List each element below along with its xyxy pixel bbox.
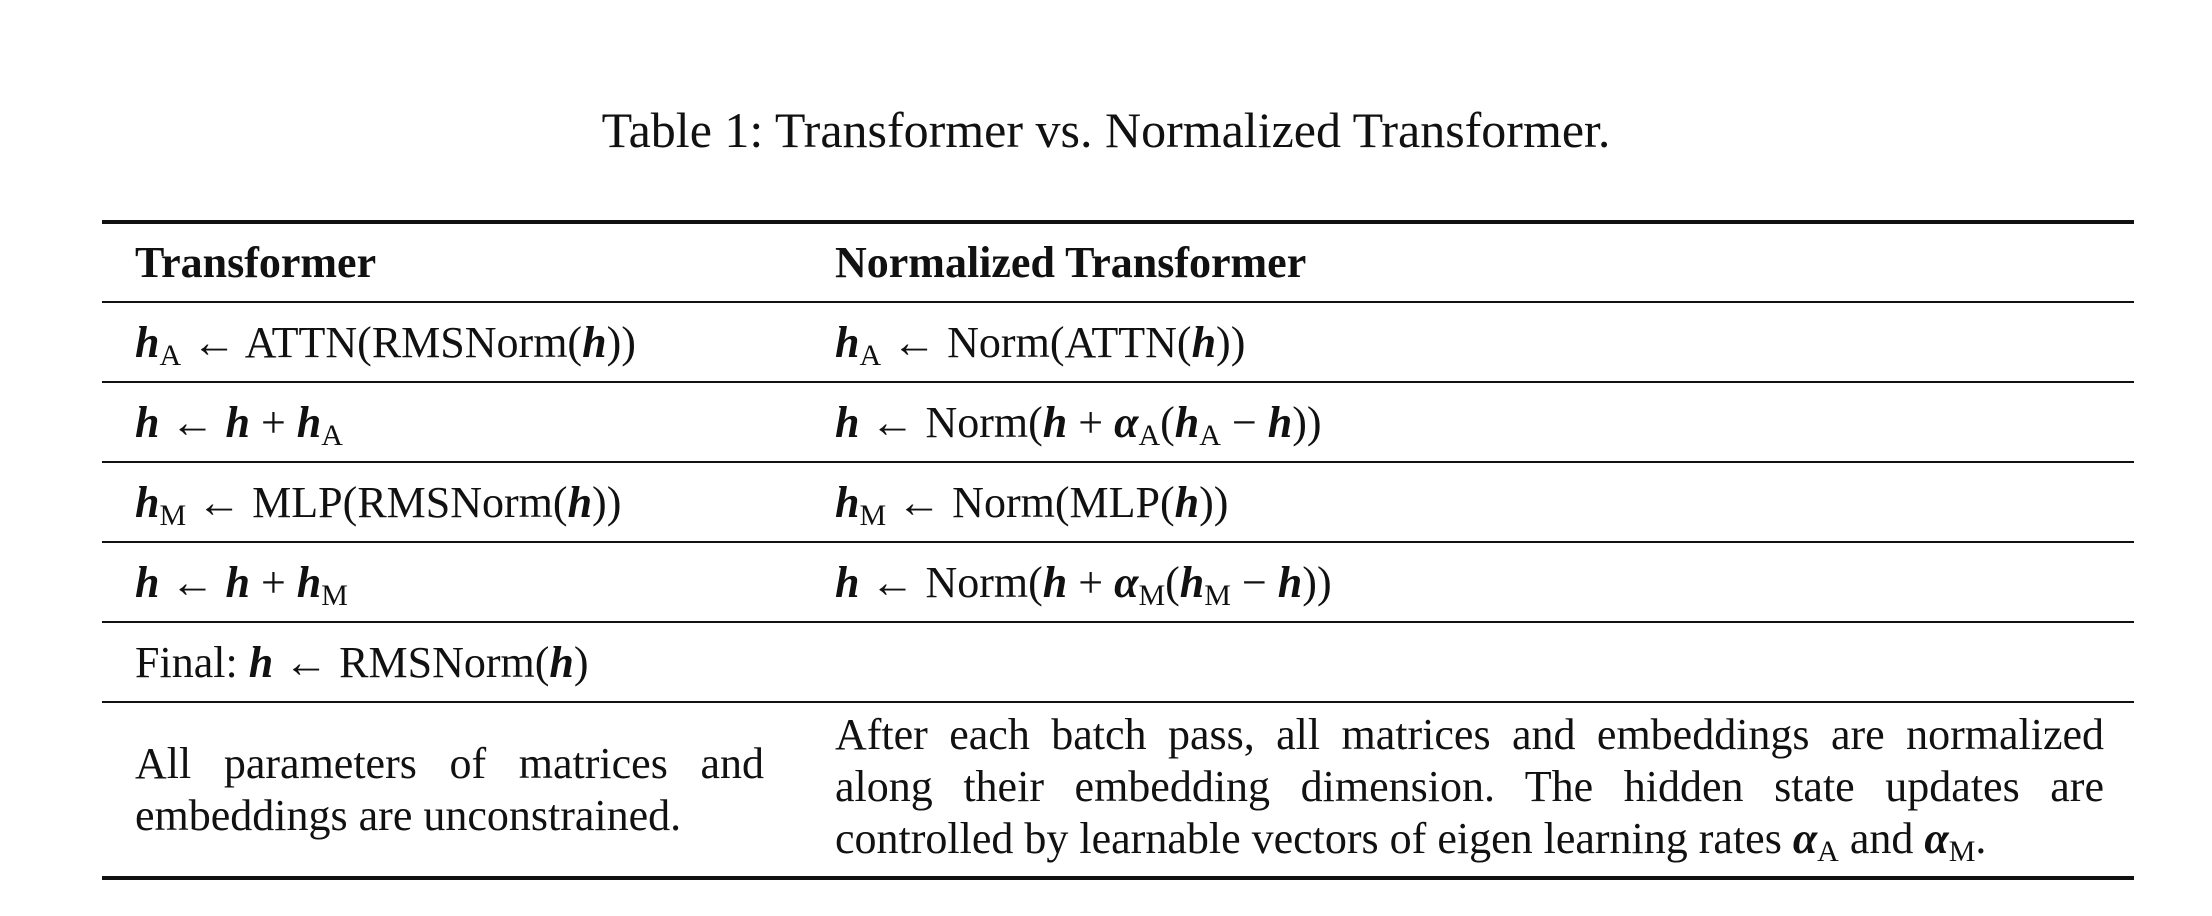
transformer-mlp-formula: hM ← MLP(RMSNorm(h)) — [135, 477, 622, 532]
transformer-parameters-description: All parameters of matrices and embedding… — [135, 738, 764, 840]
transformer-final-formula: Final: h ← RMSNorm(h) — [135, 637, 589, 687]
normalized-attention-update-formula: h ← Norm(h + αA(hA − h)) — [835, 397, 1322, 452]
table-row: hA ← ATTN(RMSNorm(h)) hA ← Norm(ATTN(h)) — [102, 302, 2134, 382]
table-row: h ← h + hM h ← Norm(h + αM(hM − h)) — [102, 542, 2134, 622]
header-normalized-transformer: Normalized Transformer — [835, 238, 1307, 287]
normalized-parameters-description: After each batch pass, all matrices and … — [835, 710, 2104, 868]
normalized-mlp-formula: hM ← Norm(MLP(h)) — [835, 477, 1229, 532]
header-row: Transformer Normalized Transformer — [102, 222, 2134, 302]
table-caption: Table 1: Transformer vs. Normalized Tran… — [601, 102, 1611, 158]
table-row: hM ← MLP(RMSNorm(h)) hM ← Norm(MLP(h)) — [102, 462, 2134, 542]
header-transformer: Transformer — [135, 238, 377, 287]
normalized-attention-formula: hA ← Norm(ATTN(h)) — [835, 317, 1246, 372]
transformer-mlp-update-formula: h ← h + hM — [135, 557, 348, 612]
transformer-attention-formula: hA ← ATTN(RMSNorm(h)) — [135, 317, 636, 372]
normalized-final-formula-empty — [802, 622, 2134, 702]
table-row: Final: h ← RMSNorm(h) — [102, 622, 2134, 702]
table-row: h ← h + hA h ← Norm(h + αA(hA − h)) — [102, 382, 2134, 462]
table-row: All parameters of matrices and embedding… — [102, 702, 2134, 878]
normalized-mlp-update-formula: h ← Norm(h + αM(hM − h)) — [835, 557, 1332, 612]
transformer-attention-update-formula: h ← h + hA — [135, 397, 343, 452]
comparison-table: Transformer Normalized Transformer hA ← … — [102, 220, 2134, 880]
